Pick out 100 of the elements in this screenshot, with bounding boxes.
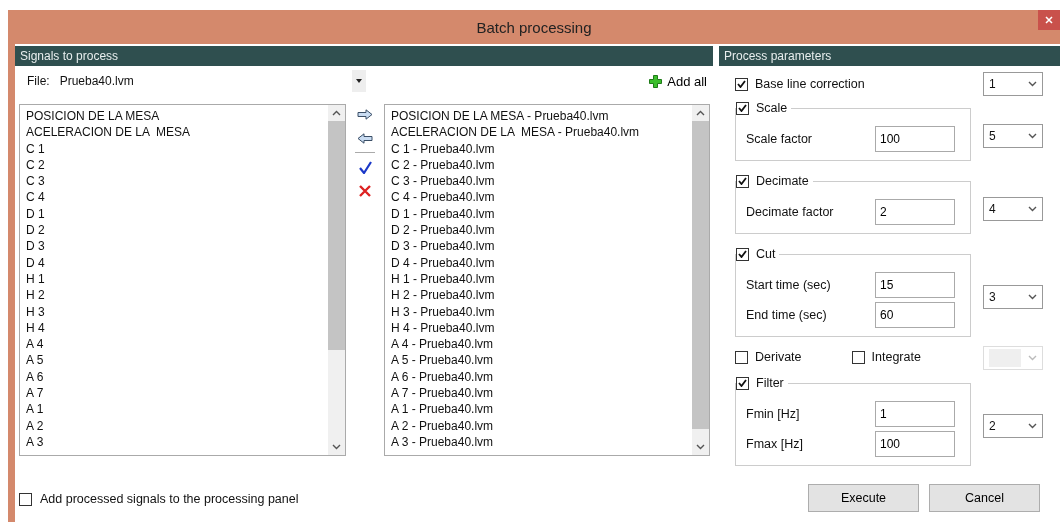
checkbox[interactable] <box>851 350 865 364</box>
checkbox[interactable] <box>736 376 749 390</box>
list-item[interactable]: C 3 <box>26 173 328 190</box>
list-item[interactable]: H 4 <box>26 319 328 337</box>
list-item[interactable]: A 6 - Prueba40.lvm <box>391 368 692 386</box>
input-field[interactable]: 100 <box>875 431 955 457</box>
list-item[interactable]: POSICION DE LA MESA <box>26 108 328 125</box>
checkmark-icon <box>738 104 747 112</box>
checkbox-label: Integrate <box>871 350 921 364</box>
close-icon <box>1045 16 1053 24</box>
list-item[interactable]: C 2 <box>26 156 328 174</box>
list-item[interactable]: H 1 <box>26 270 328 288</box>
list-item[interactable]: D 3 <box>26 238 328 255</box>
checkbox-label: Filter <box>756 376 784 390</box>
list-item[interactable]: A 5 <box>26 352 328 369</box>
chevron-down-icon <box>1028 355 1037 361</box>
list-item[interactable]: C 1 <box>26 140 328 157</box>
field-label: End time (sec) <box>746 308 828 322</box>
checkbox[interactable] <box>736 247 749 261</box>
list-item[interactable]: A 3 - Prueba40.lvm <box>391 433 692 451</box>
dialog-button[interactable]: Cancel <box>929 484 1040 512</box>
checkbox[interactable] <box>736 174 749 188</box>
checkmark-icon <box>738 177 747 185</box>
arrow-left-icon <box>357 132 373 144</box>
list-item[interactable]: A 5 - Prueba40.lvm <box>391 352 692 369</box>
list-item[interactable]: ACELERACION DE LA MESA - Prueba40.lvm <box>391 124 692 141</box>
list-item[interactable]: C 4 <box>26 189 328 206</box>
chevron-up-icon <box>332 110 341 116</box>
list-item[interactable]: A 1 <box>26 401 328 418</box>
checkmark-icon <box>737 80 746 88</box>
order-dropdown[interactable]: 2 <box>983 413 1043 438</box>
arrow-right-icon <box>357 108 373 120</box>
list-item[interactable]: A 6 <box>26 368 328 386</box>
list-item[interactable]: A 4 - Prueba40.lvm <box>391 336 692 353</box>
checkbox[interactable] <box>19 492 32 506</box>
panel-header: Signals to process <box>15 46 713 66</box>
input-field[interactable]: 60 <box>875 302 955 328</box>
input-field[interactable]: 1 <box>875 401 955 427</box>
chevron-up-icon <box>696 110 705 116</box>
list-item[interactable]: C 4 - Prueba40.lvm <box>391 189 692 206</box>
order-dropdown[interactable]: 3 <box>983 284 1043 309</box>
list-item[interactable]: H 3 - Prueba40.lvm <box>391 303 692 320</box>
list-item[interactable]: H 1 - Prueba40.lvm <box>391 270 692 288</box>
list-item[interactable]: A 2 <box>26 417 328 434</box>
list-item[interactable]: D 4 <box>26 254 328 271</box>
scrollbar[interactable] <box>692 105 709 455</box>
list-item[interactable]: D 1 - Prueba40.lvm <box>391 205 692 223</box>
list-item[interactable]: D 1 <box>26 205 328 223</box>
checkbox-label: Derivate <box>755 350 802 364</box>
dropdown-value: 2 <box>989 418 996 433</box>
checkbox-label: Scale <box>756 101 788 115</box>
plus-icon <box>649 74 663 88</box>
order-dropdown[interactable]: 4 <box>983 196 1043 221</box>
list-item[interactable]: H 2 - Prueba40.lvm <box>391 287 692 304</box>
add-all-button[interactable]: Add all <box>649 73 707 89</box>
list-item[interactable]: D 3 - Prueba40.lvm <box>391 238 692 255</box>
panel-header: Process parameters <box>719 46 1060 66</box>
list-item[interactable]: A 2 - Prueba40.lvm <box>391 417 692 434</box>
list-item[interactable]: A 7 <box>26 385 328 402</box>
dropdown-value: 1 <box>989 77 996 91</box>
order-dropdown[interactable]: 5 <box>983 123 1043 148</box>
list-item[interactable]: H 3 <box>26 303 328 320</box>
list-item[interactable]: A 3 <box>26 433 328 451</box>
dropdown-value: 5 <box>989 128 996 143</box>
close-button[interactable] <box>1038 10 1060 30</box>
list-item[interactable]: D 2 - Prueba40.lvm <box>391 222 692 239</box>
checkbox-label: Decimate <box>756 174 809 188</box>
order-dropdown[interactable]: 1 <box>983 72 1043 96</box>
checkbox[interactable] <box>735 77 748 91</box>
list-item[interactable]: A 1 - Prueba40.lvm <box>391 401 692 418</box>
window-title: Batch processing <box>476 18 592 36</box>
input-field[interactable]: 15 <box>875 272 955 298</box>
list-item[interactable]: H 4 - Prueba40.lvm <box>391 319 692 337</box>
chevron-down-icon <box>696 444 705 450</box>
list-item[interactable]: A 4 <box>26 336 328 353</box>
field-label: Decimate factor <box>746 205 835 219</box>
input-field[interactable]: 2 <box>875 199 955 225</box>
input-field[interactable]: 100 <box>875 126 955 152</box>
list-item[interactable]: C 2 - Prueba40.lvm <box>391 156 692 174</box>
checkbox-label: Cut <box>756 247 776 261</box>
checkbox-label: Base line correction <box>755 77 865 91</box>
list-item[interactable]: D 2 <box>26 222 328 239</box>
scrollbar[interactable] <box>328 105 345 455</box>
checkbox[interactable] <box>735 350 748 364</box>
file-label: File: <box>27 74 50 88</box>
list-item[interactable]: POSICION DE LA MESA - Prueba40.lvm <box>391 108 692 125</box>
dialog-button[interactable]: Execute <box>808 484 919 512</box>
list-item[interactable]: H 2 <box>26 287 328 304</box>
list-item[interactable]: A 7 - Prueba40.lvm <box>391 385 692 402</box>
checkbox[interactable] <box>736 101 749 115</box>
list-item[interactable]: C 1 - Prueba40.lvm <box>391 140 692 157</box>
list-item[interactable]: C 3 - Prueba40.lvm <box>391 173 692 190</box>
file-dropdown-button[interactable] <box>351 70 366 92</box>
checkmark-icon <box>358 160 372 174</box>
list-item[interactable]: ACELERACION DE LA MESA <box>26 124 328 141</box>
field-label: Fmax [Hz] <box>746 437 804 451</box>
field-label: Scale factor <box>746 132 813 146</box>
field-label: Start time (sec) <box>746 278 832 292</box>
checkmark-icon <box>738 379 747 387</box>
list-item[interactable]: D 4 - Prueba40.lvm <box>391 254 692 271</box>
